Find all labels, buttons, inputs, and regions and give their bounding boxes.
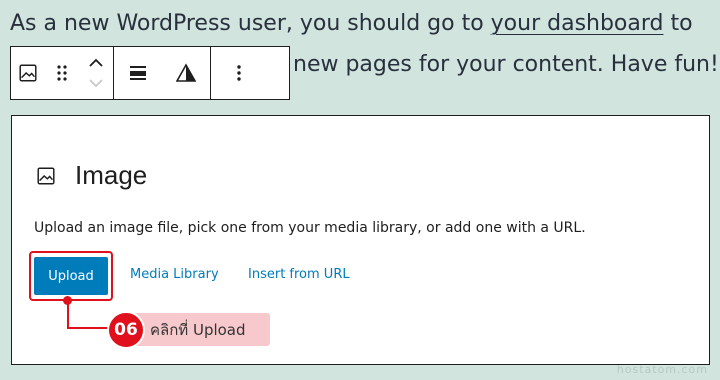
block-toolbar <box>10 46 290 100</box>
block-type-button[interactable] <box>11 47 45 99</box>
more-options-button[interactable] <box>211 47 267 99</box>
move-up-button[interactable] <box>88 53 104 73</box>
image-block-title: Image <box>75 160 148 190</box>
align-icon <box>130 66 146 80</box>
image-icon <box>37 166 55 185</box>
callout-step-badge: 06 <box>107 311 145 349</box>
upload-button[interactable]: Upload <box>34 257 108 295</box>
image-block-instructions: Upload an image file, pick one from your… <box>34 220 586 236</box>
callout-anchor-dot <box>63 296 72 305</box>
image-icon <box>19 64 37 82</box>
block-mover <box>79 47 113 99</box>
drag-handle-icon <box>57 65 67 81</box>
image-block-header: Image <box>35 160 147 191</box>
align-button[interactable] <box>114 47 162 99</box>
toolbar-group-align <box>114 47 211 99</box>
duotone-button[interactable] <box>162 47 210 99</box>
media-library-button[interactable]: Media Library <box>130 267 219 282</box>
move-down-button[interactable] <box>88 73 104 93</box>
watermark: hostatom.com <box>616 363 708 376</box>
warning-triangle-icon <box>176 63 196 82</box>
toolbar-group-block <box>11 47 114 99</box>
toolbar-group-options <box>211 47 267 99</box>
move-down-icon <box>89 79 103 88</box>
move-up-icon <box>89 58 103 67</box>
more-options-icon <box>237 65 241 81</box>
paragraph-text: As a new WordPress user, you should go t… <box>10 11 491 36</box>
paragraph-text-end: to <box>663 11 693 36</box>
drag-handle-button[interactable] <box>45 47 79 99</box>
callout-label: คลิกที่ Upload <box>126 313 270 346</box>
paragraph-line-1: As a new WordPress user, you should go t… <box>10 6 710 42</box>
dashboard-link[interactable]: your dashboard <box>491 11 664 36</box>
insert-from-url-button[interactable]: Insert from URL <box>248 267 350 282</box>
